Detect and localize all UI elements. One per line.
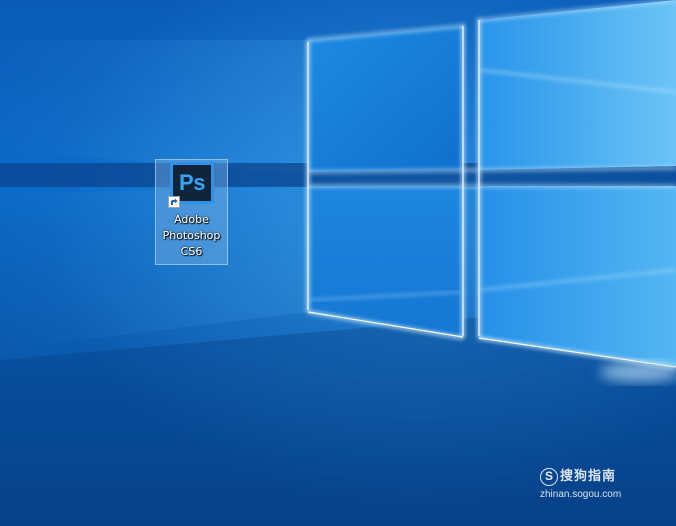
shortcut-label-line-3: CS6 [180, 245, 203, 258]
shortcut-label-line-1: Adobe [174, 213, 209, 226]
sogou-logo-icon: S [540, 468, 558, 486]
windows-10-wallpaper [0, 0, 676, 526]
desktop[interactable]: Ps Adobe Photoshop CS6 S 搜狗指南 zhinan.sog… [0, 0, 676, 526]
watermark-title: 搜狗指南 [560, 469, 617, 484]
photoshop-desktop-shortcut[interactable]: Ps Adobe Photoshop CS6 [155, 159, 228, 265]
watermark-url: zhinan.sogou.com [540, 489, 622, 500]
shortcut-arrow-icon [168, 196, 180, 208]
shortcut-label: Adobe Photoshop CS6 [156, 212, 227, 260]
sogou-watermark: S 搜狗指南 zhinan.sogou.com [540, 468, 652, 504]
shortcut-label-line-2: Photoshop [162, 229, 221, 242]
